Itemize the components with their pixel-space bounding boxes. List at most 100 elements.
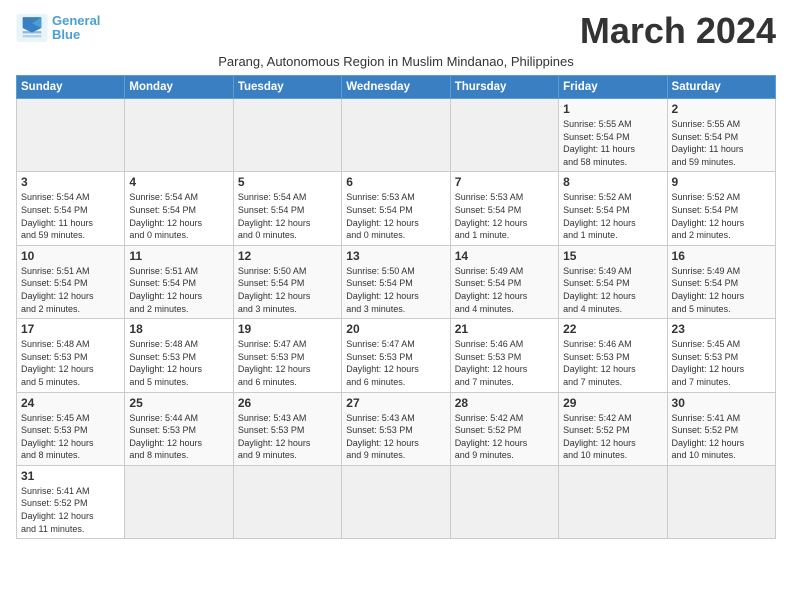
calendar-cell <box>342 465 450 538</box>
logo-icon <box>16 14 48 42</box>
day-number: 16 <box>672 249 771 263</box>
calendar-cell: 14 Sunrise: 5:49 AM Sunset: 5:54 PM Dayli… <box>450 245 558 318</box>
day-info: Sunrise: 5:46 AM Sunset: 5:53 PM Dayligh… <box>563 338 662 388</box>
day-number: 11 <box>129 249 228 263</box>
day-number: 26 <box>238 396 337 410</box>
calendar-cell <box>125 99 233 172</box>
calendar-cell: 20 Sunrise: 5:47 AM Sunset: 5:53 PM Dayli… <box>342 319 450 392</box>
calendar-cell <box>667 465 775 538</box>
day-number: 27 <box>346 396 445 410</box>
calendar-cell: 25Sunrise: 5:44 AM Sunset: 5:53 PM Dayli… <box>125 392 233 465</box>
calendar-cell: 11 Sunrise: 5:51 AM Sunset: 5:54 PM Dayli… <box>125 245 233 318</box>
day-number: 9 <box>672 175 771 189</box>
day-number: 4 <box>129 175 228 189</box>
day-info: Sunrise: 5:53 AM Sunset: 5:54 PM Dayligh… <box>455 191 554 241</box>
day-number: 23 <box>672 322 771 336</box>
day-number: 3 <box>21 175 120 189</box>
calendar-week-row: 31Sunrise: 5:41 AM Sunset: 5:52 PM Dayli… <box>17 465 776 538</box>
calendar-cell: 10 Sunrise: 5:51 AM Sunset: 5:54 PM Dayli… <box>17 245 125 318</box>
calendar-cell: 28Sunrise: 5:42 AM Sunset: 5:52 PM Dayli… <box>450 392 558 465</box>
day-info: Sunrise: 5:50 AM Sunset: 5:54 PM Dayligh… <box>346 265 445 315</box>
day-info: Sunrise: 5:47 AM Sunset: 5:53 PM Dayligh… <box>238 338 337 388</box>
day-header-saturday: Saturday <box>667 76 775 99</box>
calendar-cell: 13 Sunrise: 5:50 AM Sunset: 5:54 PM Dayli… <box>342 245 450 318</box>
day-info: Sunrise: 5:54 AM Sunset: 5:54 PM Dayligh… <box>129 191 228 241</box>
day-number: 20 <box>346 322 445 336</box>
logo-text: General Blue <box>52 14 100 43</box>
calendar-cell: 24 Sunrise: 5:45 AM Sunset: 5:53 PM Dayli… <box>17 392 125 465</box>
calendar-cell: 19Sunrise: 5:47 AM Sunset: 5:53 PM Dayli… <box>233 319 341 392</box>
day-number: 22 <box>563 322 662 336</box>
day-info: Sunrise: 5:49 AM Sunset: 5:54 PM Dayligh… <box>563 265 662 315</box>
day-info: Sunrise: 5:45 AM Sunset: 5:53 PM Dayligh… <box>672 338 771 388</box>
day-info: Sunrise: 5:52 AM Sunset: 5:54 PM Dayligh… <box>563 191 662 241</box>
day-number: 21 <box>455 322 554 336</box>
day-number: 31 <box>21 469 120 483</box>
day-header-thursday: Thursday <box>450 76 558 99</box>
day-info: Sunrise: 5:42 AM Sunset: 5:52 PM Dayligh… <box>563 412 662 462</box>
day-info: Sunrise: 5:47 AM Sunset: 5:53 PM Dayligh… <box>346 338 445 388</box>
calendar-week-row: 17 Sunrise: 5:48 AM Sunset: 5:53 PM Dayli… <box>17 319 776 392</box>
days-header-row: SundayMondayTuesdayWednesdayThursdayFrid… <box>17 76 776 99</box>
calendar-cell: 2 Sunrise: 5:55 AM Sunset: 5:54 PM Daylig… <box>667 99 775 172</box>
day-number: 29 <box>563 396 662 410</box>
day-info: Sunrise: 5:55 AM Sunset: 5:54 PM Dayligh… <box>563 118 662 168</box>
calendar-week-row: 3 Sunrise: 5:54 AM Sunset: 5:54 PM Daylig… <box>17 172 776 245</box>
calendar-cell: 7Sunrise: 5:53 AM Sunset: 5:54 PM Daylig… <box>450 172 558 245</box>
day-number: 6 <box>346 175 445 189</box>
day-info: Sunrise: 5:48 AM Sunset: 5:53 PM Dayligh… <box>129 338 228 388</box>
day-info: Sunrise: 5:45 AM Sunset: 5:53 PM Dayligh… <box>21 412 120 462</box>
calendar-cell: 1 Sunrise: 5:55 AM Sunset: 5:54 PM Daylig… <box>559 99 667 172</box>
day-number: 14 <box>455 249 554 263</box>
calendar-cell: 16 Sunrise: 5:49 AM Sunset: 5:54 PM Dayli… <box>667 245 775 318</box>
day-header-sunday: Sunday <box>17 76 125 99</box>
day-info: Sunrise: 5:53 AM Sunset: 5:54 PM Dayligh… <box>346 191 445 241</box>
day-info: Sunrise: 5:51 AM Sunset: 5:54 PM Dayligh… <box>129 265 228 315</box>
calendar-week-row: 1 Sunrise: 5:55 AM Sunset: 5:54 PM Daylig… <box>17 99 776 172</box>
calendar-cell <box>233 99 341 172</box>
calendar-week-row: 24 Sunrise: 5:45 AM Sunset: 5:53 PM Dayli… <box>17 392 776 465</box>
calendar-cell <box>450 99 558 172</box>
calendar-cell: 17Sunrise: 5:48 AM Sunset: 5:53 PM Dayli… <box>17 319 125 392</box>
day-info: Sunrise: 5:46 AM Sunset: 5:53 PM Dayligh… <box>455 338 554 388</box>
day-info: Sunrise: 5:51 AM Sunset: 5:54 PM Dayligh… <box>21 265 120 315</box>
calendar-cell: 9 Sunrise: 5:52 AM Sunset: 5:54 PM Daylig… <box>667 172 775 245</box>
calendar-cell: 31Sunrise: 5:41 AM Sunset: 5:52 PM Dayli… <box>17 465 125 538</box>
day-info: Sunrise: 5:54 AM Sunset: 5:54 PM Dayligh… <box>238 191 337 241</box>
month-title: March 2024 <box>580 10 776 52</box>
day-number: 2 <box>672 102 771 116</box>
calendar-cell: 26 Sunrise: 5:43 AM Sunset: 5:53 PM Dayli… <box>233 392 341 465</box>
day-info: Sunrise: 5:49 AM Sunset: 5:54 PM Dayligh… <box>672 265 771 315</box>
calendar-cell: 8 Sunrise: 5:52 AM Sunset: 5:54 PM Daylig… <box>559 172 667 245</box>
day-header-wednesday: Wednesday <box>342 76 450 99</box>
day-info: Sunrise: 5:55 AM Sunset: 5:54 PM Dayligh… <box>672 118 771 168</box>
day-info: Sunrise: 5:52 AM Sunset: 5:54 PM Dayligh… <box>672 191 771 241</box>
day-header-tuesday: Tuesday <box>233 76 341 99</box>
page-header: General Blue March 2024 <box>16 10 776 52</box>
day-number: 17 <box>21 322 120 336</box>
calendar-cell: 18Sunrise: 5:48 AM Sunset: 5:53 PM Dayli… <box>125 319 233 392</box>
calendar-week-row: 10 Sunrise: 5:51 AM Sunset: 5:54 PM Dayli… <box>17 245 776 318</box>
day-info: Sunrise: 5:43 AM Sunset: 5:53 PM Dayligh… <box>238 412 337 462</box>
day-number: 8 <box>563 175 662 189</box>
day-number: 15 <box>563 249 662 263</box>
day-number: 5 <box>238 175 337 189</box>
calendar-cell: 23 Sunrise: 5:45 AM Sunset: 5:53 PM Dayli… <box>667 319 775 392</box>
day-info: Sunrise: 5:54 AM Sunset: 5:54 PM Dayligh… <box>21 191 120 241</box>
calendar-table: SundayMondayTuesdayWednesdayThursdayFrid… <box>16 75 776 539</box>
day-info: Sunrise: 5:41 AM Sunset: 5:52 PM Dayligh… <box>672 412 771 462</box>
day-number: 30 <box>672 396 771 410</box>
day-number: 1 <box>563 102 662 116</box>
day-number: 10 <box>21 249 120 263</box>
logo: General Blue <box>16 14 100 43</box>
calendar-cell: 21 Sunrise: 5:46 AM Sunset: 5:53 PM Dayli… <box>450 319 558 392</box>
day-number: 24 <box>21 396 120 410</box>
day-number: 13 <box>346 249 445 263</box>
day-number: 25 <box>129 396 228 410</box>
calendar-cell: 12Sunrise: 5:50 AM Sunset: 5:54 PM Dayli… <box>233 245 341 318</box>
calendar-cell: 3 Sunrise: 5:54 AM Sunset: 5:54 PM Daylig… <box>17 172 125 245</box>
day-info: Sunrise: 5:49 AM Sunset: 5:54 PM Dayligh… <box>455 265 554 315</box>
calendar-cell: 30 Sunrise: 5:41 AM Sunset: 5:52 PM Dayli… <box>667 392 775 465</box>
day-number: 12 <box>238 249 337 263</box>
calendar-cell <box>17 99 125 172</box>
